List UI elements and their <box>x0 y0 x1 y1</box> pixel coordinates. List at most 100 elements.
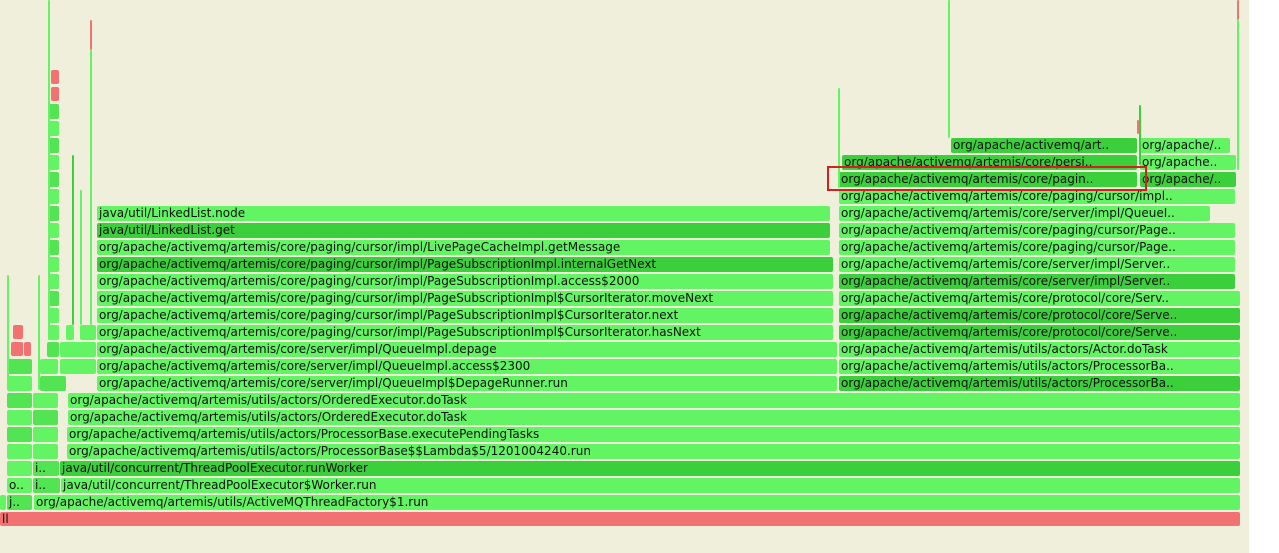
flame-frame[interactable]: i.. <box>33 461 59 476</box>
flame-frame[interactable]: org/apache/activemq/artemis/core/paging/… <box>839 240 1235 255</box>
flame-frame[interactable] <box>948 0 950 138</box>
flame-frame[interactable]: org/apache/activemq/artemis/core/protoco… <box>839 308 1240 323</box>
flame-frame[interactable] <box>47 342 59 357</box>
flame-frame[interactable] <box>49 206 59 221</box>
flame-frame[interactable] <box>7 444 32 459</box>
flame-frame[interactable]: org/apache/activemq/artemis/utils/actors… <box>839 359 1240 374</box>
flame-frame[interactable]: org/apache/activemq/artemis/core/paging/… <box>97 308 833 323</box>
flame-frame[interactable] <box>49 257 59 272</box>
flame-frame[interactable]: org/apache/activemq/artemis/core/server/… <box>97 376 837 391</box>
flame-frame[interactable] <box>7 275 9 390</box>
flame-frame[interactable] <box>49 104 59 119</box>
flame-frame[interactable] <box>90 50 92 325</box>
flame-frame[interactable]: org/apache/activemq/artemis/core/server/… <box>97 359 837 374</box>
flame-frame[interactable] <box>51 87 59 101</box>
flame-frame[interactable] <box>13 325 23 339</box>
flame-frame[interactable]: org/apache/activemq/artemis/core/protoco… <box>839 325 1240 340</box>
flame-frame[interactable] <box>24 342 31 356</box>
flame-frame[interactable] <box>49 274 59 289</box>
frame-label: java/util/concurrent/ThreadPoolExecutor$… <box>63 478 377 492</box>
flame-frame[interactable] <box>48 0 50 340</box>
flame-frame[interactable]: org/apache/activemq/artemis/core/server/… <box>839 274 1235 289</box>
flame-frame[interactable] <box>8 359 32 374</box>
flame-frame[interactable]: org/apache/activemq/artemis/utils/Active… <box>34 495 1240 510</box>
flame-frame[interactable]: org/apache/activemq/artemis/core/pagin.. <box>839 172 1137 187</box>
flame-frame[interactable]: org/apache/activemq/artemis/core/server/… <box>839 257 1235 272</box>
flame-frame[interactable] <box>38 275 40 390</box>
flame-frame[interactable] <box>33 427 58 442</box>
flame-frame[interactable] <box>40 359 58 374</box>
flame-frame[interactable]: java/util/LinkedList.node <box>97 206 830 221</box>
flame-frame[interactable]: org/apache/activemq/artemis/core/server/… <box>97 342 837 357</box>
flame-frame[interactable] <box>49 240 59 255</box>
frame-label: j.. <box>9 495 20 509</box>
flame-frame[interactable]: j.. <box>7 495 32 510</box>
flame-frame[interactable]: i.. <box>33 478 60 493</box>
flame-frame[interactable]: org/apache/activemq/artemis/core/paging/… <box>97 257 833 272</box>
flame-frame[interactable] <box>33 410 58 425</box>
flame-frame[interactable]: org/apache/activemq/artemis/core/paging/… <box>97 240 830 255</box>
flame-frame[interactable]: org/apache/activemq/artemis/core/paging/… <box>97 325 833 340</box>
flame-frame[interactable]: org/apache/activemq/artemis/utils/actors… <box>839 376 1240 391</box>
frame-label: ll <box>2 512 9 526</box>
flame-frame[interactable]: o.. <box>7 478 32 493</box>
flame-frame[interactable] <box>49 223 59 238</box>
flame-frame[interactable]: org/apache/activemq/artemis/utils/actors… <box>68 393 1240 408</box>
flame-frame[interactable] <box>33 393 58 408</box>
frame-label: org/apache/activemq/artemis/core/paging/… <box>99 291 714 305</box>
flame-frame[interactable] <box>7 461 32 476</box>
flame-frame[interactable]: org/apache/activemq/artemis/core/server/… <box>839 206 1210 221</box>
flame-frame[interactable] <box>1237 0 1239 20</box>
flame-frame[interactable] <box>49 308 59 323</box>
flame-frame[interactable] <box>40 376 66 391</box>
flame-frame[interactable] <box>838 88 840 188</box>
flame-frame[interactable]: org/apache.. <box>1140 155 1236 170</box>
flame-frame[interactable]: org/apache/activemq/artemis/utils/actors… <box>67 444 1240 459</box>
flame-frame[interactable] <box>7 410 32 425</box>
flame-frame[interactable] <box>33 444 58 459</box>
flame-frame[interactable] <box>49 172 59 187</box>
flame-frame[interactable]: org/apache/.. <box>1140 138 1230 153</box>
flame-frame[interactable]: org/apache/activemq/artemis/core/paging/… <box>839 223 1235 238</box>
flame-frame[interactable] <box>51 70 59 84</box>
flame-frame[interactable] <box>80 190 82 325</box>
flame-frame[interactable] <box>60 342 96 357</box>
flame-frame[interactable] <box>1137 120 1139 134</box>
flame-frame[interactable]: org/apache/.. <box>1140 172 1236 187</box>
flame-frame[interactable] <box>72 155 74 325</box>
flame-frame[interactable] <box>11 342 23 356</box>
flame-frame[interactable]: org/apache/activemq/artemis/core/paging/… <box>97 291 833 306</box>
flame-frame[interactable] <box>49 155 59 170</box>
flame-frame[interactable] <box>1139 105 1141 165</box>
frame-label: org/apache/activemq/artemis/utils/actors… <box>841 342 1168 356</box>
flame-frame[interactable] <box>7 376 32 391</box>
flame-frame[interactable] <box>49 189 59 204</box>
flame-frame[interactable] <box>60 359 96 374</box>
flame-frame[interactable] <box>7 427 32 442</box>
flame-frame[interactable]: org/apache/activemq/art.. <box>951 138 1137 153</box>
flame-frame[interactable] <box>49 325 59 340</box>
flame-frame[interactable]: org/apache/activemq/artemis/utils/actors… <box>67 427 1240 442</box>
flame-frame[interactable]: org/apache/activemq/artemis/core/protoco… <box>839 291 1240 306</box>
flame-frame[interactable] <box>49 121 59 136</box>
flame-frame[interactable] <box>90 20 92 50</box>
flame-frame[interactable] <box>80 325 96 340</box>
flame-frame[interactable] <box>49 291 59 306</box>
flame-frame[interactable] <box>7 393 32 408</box>
frame-label: i.. <box>35 478 46 492</box>
flame-frame[interactable] <box>49 138 59 153</box>
flame-frame[interactable] <box>1237 20 1239 170</box>
flame-frame[interactable]: java/util/concurrent/ThreadPoolExecutor.… <box>60 461 1240 476</box>
flame-frame[interactable]: org/apache/activemq/artemis/core/paging/… <box>839 189 1235 204</box>
flame-frame[interactable]: org/apache/activemq/artemis/core/persi.. <box>842 155 1137 170</box>
frame-label: org/apache/.. <box>1142 138 1222 152</box>
flame-frame[interactable]: org/apache/activemq/artemis/utils/actors… <box>68 410 1240 425</box>
flame-frame[interactable]: org/apache/activemq/artemis/utils/actors… <box>839 342 1240 357</box>
flame-frame[interactable]: java/util/concurrent/ThreadPoolExecutor$… <box>61 478 1240 493</box>
flame-frame[interactable] <box>0 495 6 510</box>
frame-label: org/apache/activemq/artemis/core/server/… <box>841 274 1171 288</box>
flame-frame[interactable] <box>66 325 74 340</box>
flame-frame[interactable]: org/apache/activemq/artemis/core/paging/… <box>97 274 833 289</box>
flame-frame[interactable]: java/util/LinkedList.get <box>97 223 830 238</box>
flame-root-frame[interactable]: ll <box>0 512 1240 526</box>
